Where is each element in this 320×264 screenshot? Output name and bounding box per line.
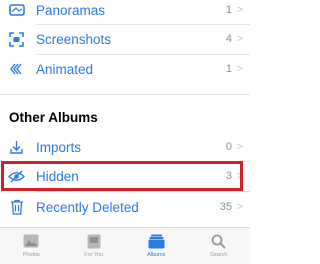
list-item-label: Imports bbox=[36, 139, 82, 155]
list-item-count: 1 bbox=[225, 63, 232, 75]
photos-icon bbox=[22, 233, 40, 249]
chevron-right-icon: > bbox=[236, 63, 243, 75]
list-item-label: Panoramas bbox=[36, 2, 106, 18]
chevron-right-icon: > bbox=[236, 33, 243, 45]
tab-for-you[interactable]: For You bbox=[63, 228, 126, 264]
list-item-label: Screenshots bbox=[36, 31, 112, 47]
list-item-count: 35 bbox=[219, 201, 232, 213]
search-icon bbox=[210, 233, 228, 249]
tab-label: Photos bbox=[22, 252, 40, 258]
tab-bar: Photos For You Albums Search bbox=[0, 227, 250, 264]
for-you-icon bbox=[85, 233, 103, 249]
list-item-count: 0 bbox=[225, 141, 232, 153]
import-icon bbox=[8, 139, 25, 156]
chevron-right-icon: > bbox=[236, 141, 243, 153]
tab-photos[interactable]: Photos bbox=[0, 228, 63, 264]
list-item-animated[interactable]: Animated 1 > bbox=[0, 55, 250, 83]
list-item-label: Animated bbox=[36, 61, 94, 77]
list-item-count: 4 bbox=[225, 33, 232, 45]
chevron-right-icon: > bbox=[236, 4, 243, 16]
list-item-panoramas[interactable]: Panoramas 1 > bbox=[0, 0, 250, 24]
trash-icon bbox=[8, 199, 25, 216]
list-item-screenshots[interactable]: Screenshots 4 > bbox=[0, 25, 250, 53]
tab-label: For You bbox=[84, 252, 104, 258]
divider bbox=[36, 191, 250, 192]
list-item-imports[interactable]: Imports 0 > bbox=[0, 133, 250, 161]
albums-icon bbox=[147, 233, 165, 249]
panorama-icon bbox=[8, 2, 25, 19]
tab-albums[interactable]: Albums bbox=[125, 228, 188, 264]
section-divider bbox=[0, 94, 250, 95]
screenshot-icon bbox=[8, 31, 25, 48]
tab-label: Albums bbox=[147, 252, 166, 258]
animated-icon bbox=[8, 61, 25, 78]
list-item-label: Recently Deleted bbox=[36, 199, 139, 215]
highlight-box bbox=[1, 161, 243, 191]
tab-search[interactable]: Search bbox=[188, 228, 251, 264]
list-item-recently-deleted[interactable]: Recently Deleted 35 > bbox=[0, 193, 250, 221]
section-title-other-albums: Other Albums bbox=[9, 110, 98, 125]
tab-label: Search bbox=[210, 252, 228, 258]
chevron-right-icon: > bbox=[236, 201, 243, 213]
list-item-count: 1 bbox=[225, 4, 232, 16]
